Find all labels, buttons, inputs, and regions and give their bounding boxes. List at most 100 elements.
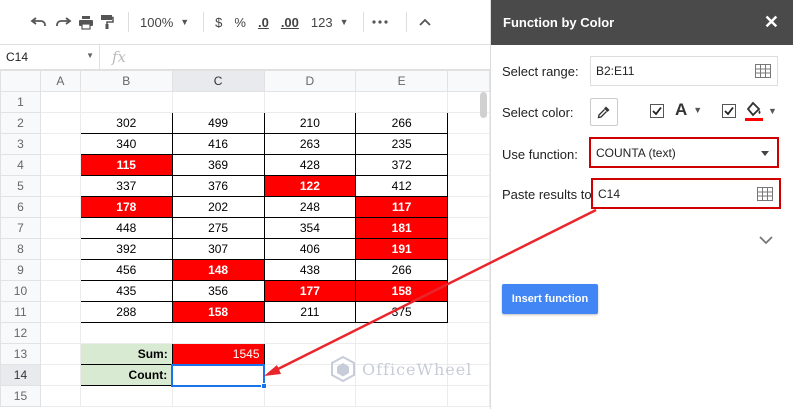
cell[interactable] [447, 154, 490, 176]
data-cell[interactable]: 438 [263, 259, 357, 281]
cell[interactable] [39, 133, 81, 155]
cell[interactable] [447, 322, 490, 344]
use-function-select[interactable]: COUNTA (text) [589, 137, 779, 168]
data-cell[interactable]: 302 [79, 112, 173, 134]
cell[interactable] [447, 259, 490, 281]
row-header[interactable]: 2 [0, 112, 41, 134]
sum-label-cell[interactable]: Sum: [79, 343, 173, 365]
collapse-toolbar-icon[interactable] [418, 8, 431, 36]
column-header-c[interactable]: C [171, 70, 265, 92]
data-cell[interactable]: 406 [263, 238, 357, 260]
row-header[interactable]: 5 [0, 175, 41, 197]
cell[interactable] [79, 385, 173, 407]
cell[interactable] [39, 280, 81, 302]
row-header[interactable]: 10 [0, 280, 41, 302]
cell[interactable] [171, 322, 265, 344]
row-header[interactable]: 15 [0, 385, 41, 407]
column-header-f[interactable] [447, 70, 490, 92]
red-data-cell[interactable]: 115 [79, 154, 173, 176]
cell[interactable] [39, 259, 81, 281]
red-data-cell[interactable]: 148 [171, 259, 265, 281]
row-header[interactable]: 12 [0, 322, 41, 344]
more-icon[interactable] [371, 8, 388, 36]
data-cell[interactable]: 499 [171, 112, 265, 134]
red-data-cell[interactable]: 181 [355, 217, 449, 239]
more-formats-button[interactable]: 123 ▼ [308, 8, 349, 36]
cell[interactable] [447, 217, 490, 239]
data-cell[interactable]: 340 [79, 133, 173, 155]
undo-icon[interactable] [30, 8, 48, 36]
data-cell[interactable]: 266 [355, 259, 449, 281]
zoom-select[interactable]: 100% ▼ [137, 8, 189, 36]
data-cell[interactable]: 435 [79, 280, 173, 302]
cell[interactable] [447, 280, 490, 302]
expand-chevron-icon[interactable] [758, 232, 774, 250]
red-data-cell[interactable]: 178 [79, 196, 173, 218]
red-data-cell[interactable]: 158 [355, 280, 449, 302]
cell[interactable] [39, 238, 81, 260]
red-data-cell[interactable]: 191 [355, 238, 449, 260]
cell[interactable] [355, 322, 449, 344]
data-cell[interactable]: 392 [79, 238, 173, 260]
cell[interactable] [79, 322, 173, 344]
cell[interactable] [171, 91, 265, 113]
cell[interactable] [263, 91, 357, 113]
data-cell[interactable]: 275 [171, 217, 265, 239]
data-cell[interactable]: 354 [263, 217, 357, 239]
column-header-e[interactable]: E [355, 70, 449, 92]
cell[interactable] [447, 175, 490, 197]
column-header-a[interactable]: A [39, 70, 81, 92]
paint-format-icon[interactable] [100, 8, 114, 36]
red-data-cell[interactable]: 122 [263, 175, 357, 197]
column-header-b[interactable]: B [79, 70, 173, 92]
cell[interactable] [39, 112, 81, 134]
data-cell[interactable]: 248 [263, 196, 357, 218]
cell[interactable] [263, 322, 357, 344]
data-cell[interactable]: 202 [171, 196, 265, 218]
cell[interactable] [39, 385, 81, 407]
cell[interactable] [355, 91, 449, 113]
select-all-corner[interactable] [0, 70, 41, 92]
redo-icon[interactable] [54, 8, 72, 36]
data-cell[interactable]: 416 [171, 133, 265, 155]
row-header[interactable]: 13 [0, 343, 41, 365]
data-cell[interactable]: 263 [263, 133, 357, 155]
fill-handle[interactable] [261, 382, 267, 389]
data-cell[interactable]: 337 [79, 175, 173, 197]
red-data-cell[interactable]: 158 [171, 301, 265, 323]
currency-button[interactable]: $ [212, 8, 225, 36]
cell[interactable] [447, 301, 490, 323]
font-color-checkbox[interactable] [650, 104, 664, 118]
row-header[interactable]: 4 [0, 154, 41, 176]
data-cell[interactable]: 456 [79, 259, 173, 281]
active-cell-c14[interactable] [171, 363, 267, 389]
data-cell[interactable]: 356 [171, 280, 265, 302]
font-color-select[interactable]: A ▼ [675, 100, 702, 120]
cell[interactable] [355, 385, 449, 407]
cell[interactable] [39, 154, 81, 176]
cell[interactable] [39, 343, 81, 365]
fill-color-checkbox[interactable] [722, 104, 736, 118]
cell[interactable] [39, 217, 81, 239]
eyedropper-button[interactable] [590, 98, 618, 126]
percent-button[interactable]: % [231, 8, 249, 36]
cell[interactable] [79, 91, 173, 113]
paste-results-input[interactable]: C14 [591, 178, 781, 209]
row-header[interactable]: 6 [0, 196, 41, 218]
data-cell[interactable]: 448 [79, 217, 173, 239]
data-cell[interactable]: 211 [263, 301, 357, 323]
cell[interactable] [447, 133, 490, 155]
row-header[interactable]: 9 [0, 259, 41, 281]
data-cell[interactable]: 288 [79, 301, 173, 323]
column-header-d[interactable]: D [263, 70, 357, 92]
cell[interactable] [447, 196, 490, 218]
row-header[interactable]: 3 [0, 133, 41, 155]
row-header[interactable]: 11 [0, 301, 41, 323]
red-data-cell[interactable]: 117 [355, 196, 449, 218]
data-cell[interactable]: 376 [171, 175, 265, 197]
cell[interactable] [39, 196, 81, 218]
sum-value-cell[interactable]: 1545 [171, 343, 265, 365]
insert-function-button[interactable]: Insert function [502, 284, 598, 314]
cell[interactable] [39, 364, 81, 386]
row-header[interactable]: 8 [0, 238, 41, 260]
